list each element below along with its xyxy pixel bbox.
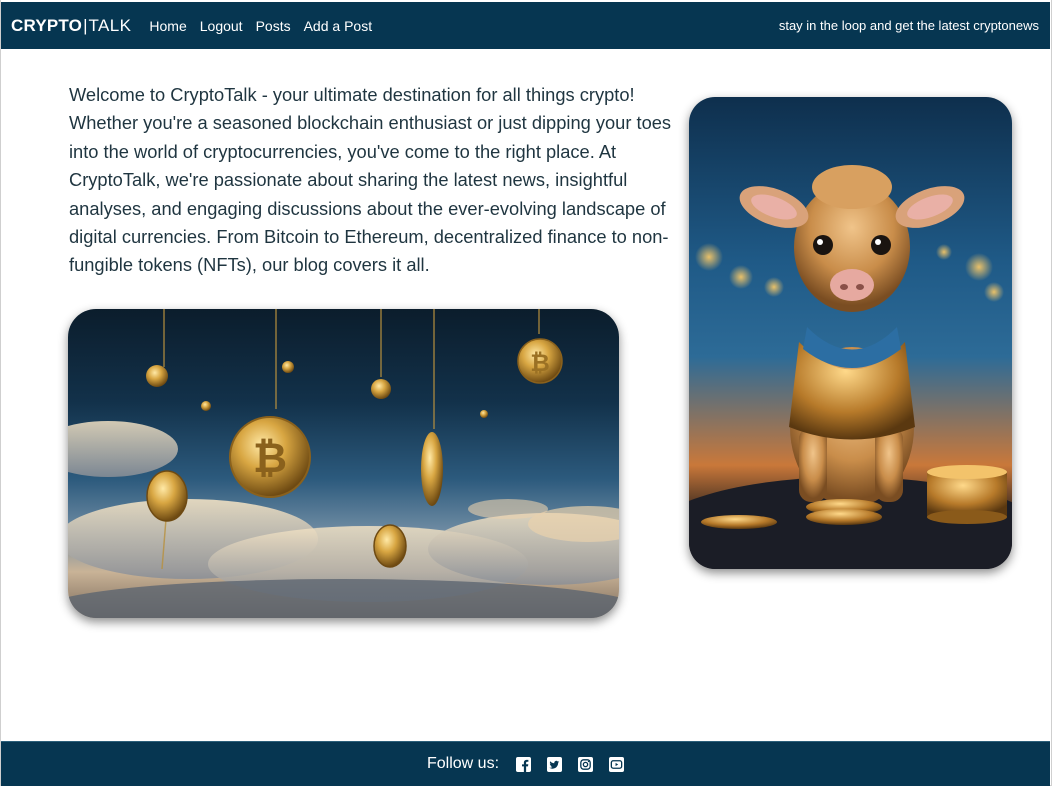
facebook-icon[interactable] bbox=[516, 756, 532, 772]
svg-text:₿: ₿ bbox=[530, 350, 550, 377]
twitter-icon[interactable] bbox=[547, 756, 563, 772]
crypto-calf-image bbox=[689, 97, 1012, 569]
intro-paragraph: Welcome to CryptoTalk - your ultimate de… bbox=[69, 84, 672, 276]
brand-separator: | bbox=[83, 15, 88, 35]
nav-link-posts[interactable]: Posts bbox=[256, 18, 291, 34]
nav-links: Home Logout Posts Add a Post bbox=[149, 18, 385, 34]
svg-text:₿: ₿ bbox=[253, 434, 287, 481]
instagram-icon[interactable] bbox=[578, 756, 594, 772]
social-links bbox=[516, 756, 625, 772]
coins-illustration: ₿ ₿ bbox=[68, 309, 619, 618]
nav-link-add-post[interactable]: Add a Post bbox=[304, 18, 373, 34]
footer: Follow us: bbox=[1, 741, 1050, 786]
navbar: CRYPTO | TALK Home Logout Posts Add a Po… bbox=[1, 2, 1050, 49]
brand-bold-text: CRYPTO bbox=[11, 15, 83, 35]
nav-tagline: stay in the loop and get the latest cryp… bbox=[778, 18, 1039, 33]
crypto-coins-image: ₿ ₿ bbox=[68, 309, 619, 618]
follow-us-label: Follow us: bbox=[426, 755, 500, 772]
nav-link-home[interactable]: Home bbox=[149, 18, 186, 34]
calf-illustration bbox=[689, 165, 1012, 569]
brand-light-text: TALK bbox=[88, 15, 132, 35]
nav-link-logout[interactable]: Logout bbox=[200, 18, 243, 34]
brand-logo[interactable]: CRYPTO | TALK bbox=[11, 16, 131, 36]
youtube-icon[interactable] bbox=[609, 756, 625, 772]
